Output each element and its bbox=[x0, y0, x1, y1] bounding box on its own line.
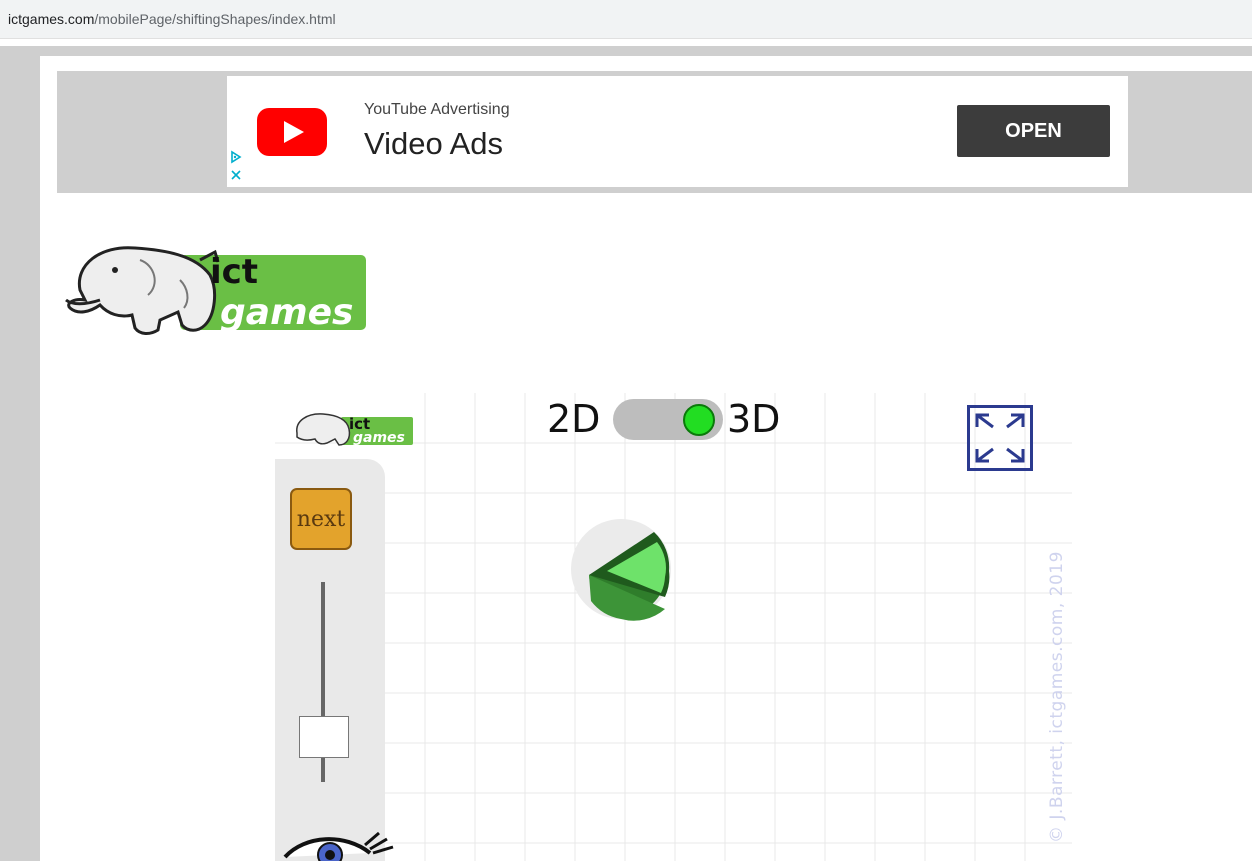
eye-icon[interactable] bbox=[275, 823, 405, 861]
small-logo-games-text: games bbox=[353, 430, 405, 446]
logo-games-text: games bbox=[220, 292, 353, 333]
url-path: /mobilePage/shiftingShapes/index.html bbox=[94, 11, 336, 27]
page-frame-top bbox=[0, 46, 1252, 56]
mode-2d-label[interactable]: 2D bbox=[547, 397, 600, 441]
copyright-text: © J.Barrett, ictgames.com, 2019 bbox=[1047, 551, 1067, 843]
ad-open-button[interactable]: OPEN bbox=[957, 105, 1110, 157]
address-bar[interactable]: ictgames.com/mobilePage/shiftingShapes/i… bbox=[0, 0, 1252, 39]
ad-title: Video Ads bbox=[364, 126, 504, 161]
fullscreen-icon[interactable] bbox=[967, 405, 1033, 471]
ictgames-logo[interactable]: ict games bbox=[60, 240, 366, 338]
ictgames-small-logo: ict games bbox=[296, 413, 413, 446]
elephant-logo-icon bbox=[65, 246, 220, 335]
url-host: ictgames.com bbox=[8, 11, 95, 27]
dimension-toggle[interactable] bbox=[613, 399, 723, 440]
url-text[interactable]: ictgames.com/mobilePage/shiftingShapes/i… bbox=[8, 11, 336, 27]
next-button[interactable]: next bbox=[290, 488, 352, 550]
ad-brand: YouTube Advertising bbox=[364, 101, 510, 118]
page-frame-left bbox=[0, 46, 40, 861]
ad-banner[interactable]: YouTube Advertising Video Ads OPEN bbox=[227, 76, 1128, 187]
logo-ict-text: ict bbox=[210, 252, 258, 292]
youtube-logo-icon bbox=[257, 108, 327, 156]
game-canvas[interactable]: ict games 2D 3D next © J.Barrett, ictgam… bbox=[275, 393, 1072, 861]
mode-3d-label[interactable]: 3D bbox=[727, 397, 780, 441]
slider-handle[interactable] bbox=[299, 716, 349, 758]
adchoices-icon[interactable] bbox=[229, 150, 243, 164]
close-icon[interactable] bbox=[229, 168, 243, 182]
background-grid bbox=[275, 393, 1072, 861]
toggle-knob[interactable] bbox=[683, 404, 715, 436]
3d-shape[interactable] bbox=[569, 517, 673, 621]
